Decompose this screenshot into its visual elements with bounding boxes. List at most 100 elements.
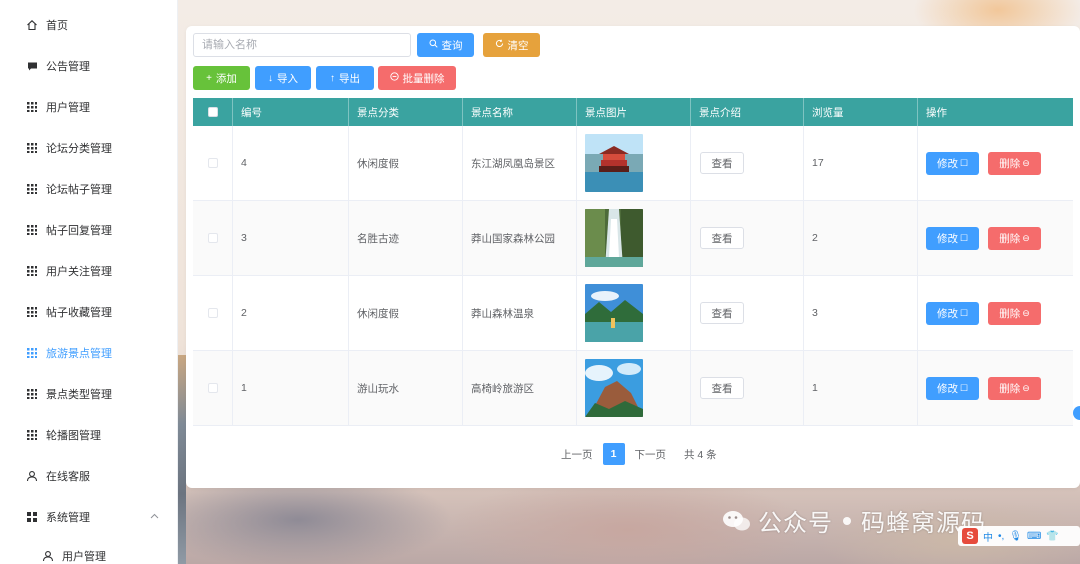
- edit-icon: ☐: [959, 307, 969, 318]
- query-button[interactable]: 查询: [417, 33, 474, 57]
- sidebar-item-label: 论坛分类管理: [46, 143, 112, 155]
- delete-button[interactable]: 删除 ⊖: [988, 226, 1041, 250]
- sidebar-item-label: 帖子收藏管理: [46, 307, 112, 319]
- plus-icon: +: [206, 72, 212, 84]
- column-header: 编号: [233, 98, 349, 126]
- sidebar-item-post-replies[interactable]: 帖子回复管理: [26, 220, 112, 240]
- ime-language[interactable]: 中: [983, 529, 993, 544]
- main-panel: 查询 清空 + 添加 ↓ 导入 ↑ 导出 批量删除 编号 景点分类 景点名称 景…: [186, 26, 1080, 488]
- watermark-text-left: 公众号: [758, 510, 833, 537]
- cell-id: 2: [233, 276, 349, 350]
- sidebar-item-attraction-types[interactable]: 景点类型管理: [26, 384, 112, 404]
- ime-toolbar[interactable]: S 中 •, 🎙 ⌨ 👕: [958, 526, 1080, 546]
- sidebar-item-label: 论坛帖子管理: [46, 184, 112, 196]
- search-icon: [429, 39, 438, 51]
- sidebar-item-user-follows[interactable]: 用户关注管理: [26, 261, 112, 281]
- delete-button[interactable]: 删除 ⊖: [988, 376, 1041, 400]
- edit-button[interactable]: 修改 ☐: [926, 301, 979, 325]
- cell-category: 游山玩水: [349, 351, 463, 425]
- sidebar-subitem-users[interactable]: 用户管理: [42, 546, 106, 564]
- sidebar-item-label: 用户管理: [46, 102, 90, 114]
- total-count: 共 4 条: [684, 448, 717, 461]
- sidebar-item-label: 系统管理: [46, 512, 90, 524]
- sidebar-item-label: 景点类型管理: [46, 389, 112, 401]
- keyboard-icon[interactable]: ⌨: [1027, 531, 1041, 542]
- attraction-thumbnail[interactable]: [585, 359, 643, 417]
- row-checkbox[interactable]: [207, 158, 218, 168]
- arrow-up-icon: ↑: [330, 72, 335, 84]
- prev-page-button[interactable]: 上一页: [557, 443, 597, 465]
- batch-delete-button[interactable]: 批量删除: [378, 66, 456, 90]
- sidebar-item-label: 用户关注管理: [46, 266, 112, 278]
- row-checkbox[interactable]: [207, 233, 218, 243]
- grid-icon: [27, 225, 37, 235]
- view-intro-button[interactable]: 查看: [700, 302, 744, 324]
- delete-button[interactable]: 删除 ⊖: [988, 151, 1041, 175]
- clear-button[interactable]: 清空: [483, 33, 540, 57]
- sidebar-item-label: 帖子回复管理: [46, 225, 112, 237]
- sidebar-item-carousel[interactable]: 轮播图管理: [26, 425, 101, 445]
- pagination: 上一页 1 下一页 共 4 条: [557, 443, 717, 465]
- export-button[interactable]: ↑ 导出: [316, 66, 374, 90]
- select-all-checkbox[interactable]: [207, 107, 218, 117]
- attractions-table: 编号 景点分类 景点名称 景点图片 景点介绍 浏览量 操作 4 休闲度假 东江湖…: [193, 98, 1073, 426]
- row-checkbox[interactable]: [207, 383, 218, 393]
- sidebar-item-users[interactable]: 用户管理: [26, 97, 90, 117]
- attraction-thumbnail[interactable]: [585, 284, 643, 342]
- view-intro-button[interactable]: 查看: [700, 152, 744, 174]
- punctuation-icon[interactable]: •,: [998, 531, 1004, 542]
- minus-circle-icon: ⊖: [1022, 307, 1030, 318]
- delete-button[interactable]: 删除 ⊖: [988, 301, 1041, 325]
- watermark-separator: [843, 516, 851, 525]
- microphone-icon[interactable]: 🎙: [1009, 531, 1022, 542]
- sidebar-item-attractions[interactable]: 旅游景点管理: [26, 343, 112, 363]
- floating-help-button[interactable]: [1073, 406, 1080, 420]
- sidebar-item-label: 用户管理: [62, 551, 106, 563]
- grid-icon: [27, 389, 37, 399]
- refresh-icon: [495, 39, 504, 51]
- minus-circle-icon: [389, 72, 399, 84]
- sidebar-item-system[interactable]: 系统管理: [26, 507, 90, 527]
- sidebar-item-home[interactable]: 首页: [26, 15, 68, 35]
- minus-circle-icon: ⊖: [1022, 382, 1030, 393]
- sidebar-item-label: 公告管理: [46, 61, 90, 73]
- wechat-icon: [722, 509, 752, 533]
- cell-id: 4: [233, 126, 349, 200]
- chevron-up-icon[interactable]: [150, 511, 159, 522]
- grid-icon: [27, 266, 37, 276]
- row-checkbox[interactable]: [207, 308, 218, 318]
- table-header: 编号 景点分类 景点名称 景点图片 景点介绍 浏览量 操作: [193, 98, 1073, 126]
- view-intro-button[interactable]: 查看: [700, 377, 744, 399]
- sidebar-item-announcements[interactable]: 公告管理: [26, 56, 90, 76]
- page-number-current[interactable]: 1: [602, 443, 625, 465]
- cell-views: 1: [804, 351, 918, 425]
- sidebar-item-forum-posts[interactable]: 论坛帖子管理: [26, 179, 112, 199]
- cell-views: 3: [804, 276, 918, 350]
- column-header: 景点介绍: [691, 98, 804, 126]
- sidebar-item-forum-categories[interactable]: 论坛分类管理: [26, 138, 112, 158]
- sidebar-item-label: 轮播图管理: [46, 430, 101, 442]
- sidebar-item-online-service[interactable]: 在线客服: [26, 466, 90, 486]
- edit-button[interactable]: 修改 ☐: [926, 151, 979, 175]
- sidebar-item-post-favorites[interactable]: 帖子收藏管理: [26, 302, 112, 322]
- view-intro-button[interactable]: 查看: [700, 227, 744, 249]
- attraction-thumbnail[interactable]: [585, 134, 643, 192]
- cell-name: 莽山国家森林公园: [463, 201, 577, 275]
- cell-category: 休闲度假: [349, 276, 463, 350]
- edit-button[interactable]: 修改 ☐: [926, 376, 979, 400]
- import-button[interactable]: ↓ 导入: [255, 66, 311, 90]
- sidebar-item-label: 首页: [46, 20, 68, 32]
- table-row: 3 名胜古迹 莽山国家森林公园 查看 2 修改 ☐ 删除 ⊖: [193, 201, 1073, 276]
- table-row: 1 游山玩水 高椅岭旅游区 查看 1 修改 ☐ 删除 ⊖: [193, 351, 1073, 426]
- next-page-button[interactable]: 下一页: [630, 443, 670, 465]
- search-input[interactable]: [193, 33, 411, 57]
- shirt-icon[interactable]: 👕: [1046, 531, 1058, 542]
- grid-icon: [27, 184, 37, 194]
- attraction-thumbnail[interactable]: [585, 209, 643, 267]
- user-icon: [26, 470, 38, 482]
- edit-button[interactable]: 修改 ☐: [926, 226, 979, 250]
- add-button[interactable]: + 添加: [193, 66, 250, 90]
- cell-id: 1: [233, 351, 349, 425]
- sidebar-item-label: 在线客服: [46, 471, 90, 483]
- grid-icon: [27, 307, 37, 317]
